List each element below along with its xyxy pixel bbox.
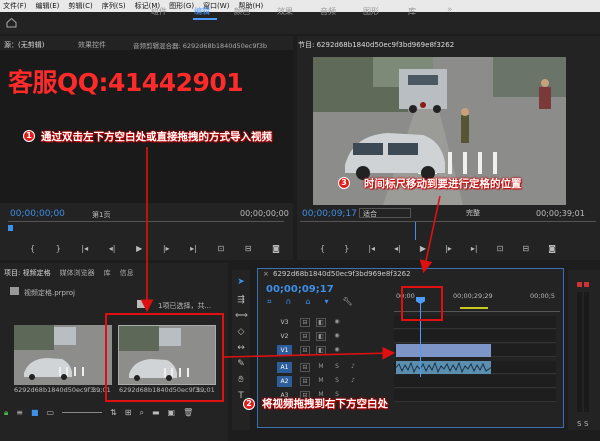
arrow-playhead xyxy=(419,195,441,274)
arrow-drag-to-timeline xyxy=(223,346,396,360)
annotation-arrows xyxy=(140,147,441,360)
